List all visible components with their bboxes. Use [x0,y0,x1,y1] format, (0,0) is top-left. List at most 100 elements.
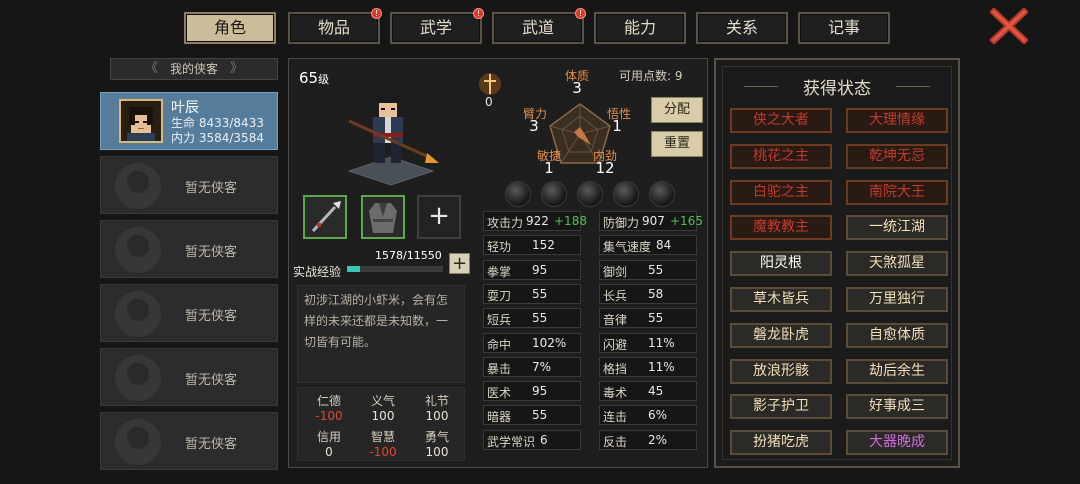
attr-agility-value: 1 [544,159,554,177]
chevron-left-icon[interactable]: 《 [145,59,158,79]
close-icon[interactable] [990,8,1028,44]
stat-cell: 拳掌 95 [483,259,581,280]
stat-cell: 武学常识 6 [483,429,581,450]
stat-value: 55 [532,408,548,423]
stat-value: 55 [648,311,664,326]
status-tag[interactable]: 自愈体质 [846,322,948,348]
stat-value: 58 [648,286,664,301]
status-tag[interactable]: 大理情缘 [846,108,948,133]
virtue-grid: 仁德 -100 义气 100 礼节 100 信用 0 智慧 -100 勇气 100 [297,387,465,461]
empty-hero-slot[interactable]: 暂无侠客 [100,412,278,470]
virtue-value: 100 [425,409,449,423]
add-exp-button[interactable]: + [449,253,470,274]
virtue-label: 仁德 [316,394,341,408]
weapon-slot[interactable] [303,195,347,239]
status-tag[interactable]: 桃花之主 [730,143,832,169]
tab-journal[interactable]: 记事 [798,12,890,44]
stat-label: 命中 [487,337,512,352]
stat-label: 拳掌 [487,264,512,279]
tab-relations[interactable]: 关系 [696,12,788,44]
stat-cell: 连击 6% [599,405,697,426]
level-value: 65 [299,69,319,87]
stat-label: 闪避 [603,337,628,352]
status-panel-title: 获得状态 [716,74,958,99]
hero-portrait-icon [127,107,155,141]
stat-label: 暴击 [487,361,512,376]
status-tag[interactable]: 扮猪吃虎 [730,430,832,456]
status-tag[interactable]: 磐龙卧虎 [730,322,832,348]
status-tag[interactable]: 乾坤无忌 [846,143,948,169]
stat-cell: 暴击 7% [483,356,581,377]
status-tag[interactable]: 影子护卫 [730,394,832,420]
status-tag[interactable]: 放浪形骸 [730,358,832,384]
stat-label: 长兵 [603,288,628,303]
stat-cell: 御剑 55 [599,259,697,280]
status-tag[interactable]: 一统江湖 [846,215,948,241]
mp-label: 内力 [171,131,196,145]
allocate-button[interactable]: 分配 [651,97,703,123]
orb-slot-icon[interactable] [541,181,567,207]
virtue-value: -100 [315,409,343,423]
orb-slot-icon[interactable] [577,181,603,207]
stat-label: 耍刀 [487,288,512,303]
empty-hero-slot[interactable]: 暂无侠客 [100,348,278,406]
attr-inner-force-value: 12 [595,159,615,177]
tab-label: 武道 [521,18,554,37]
reset-button[interactable]: 重置 [651,131,703,157]
virtue-value: -100 [369,445,397,459]
character-level: 65级 [299,69,329,87]
tab-abilities[interactable]: 能力 [594,12,686,44]
empty-slot-label: 暂无侠客 [185,309,238,324]
status-tag[interactable]: 魔教教主 [730,215,832,241]
tab-label: 记事 [827,18,860,37]
silhouette-icon [115,419,161,465]
orb-slot-icon[interactable] [613,181,639,207]
silhouette-icon [115,227,161,273]
stat-label: 音律 [603,313,628,328]
stat-value: 55 [648,262,664,277]
virtue-value: 100 [371,409,395,423]
tab-character[interactable]: 角色 [184,12,276,44]
hero-card[interactable]: 叶辰 生命 8433/8433 内力 3584/3584 [100,92,278,150]
empty-hero-slot[interactable]: 暂无侠客 [100,220,278,278]
stat-value: 95 [532,262,548,277]
stat-value: 55 [532,311,548,326]
notification-badge: ! [473,8,484,19]
virtue-value: 100 [425,445,449,459]
tab-martial-way[interactable]: 武道! [492,8,586,44]
orb-slot-icon[interactable] [505,181,531,207]
status-tag[interactable]: 南院大王 [846,179,948,205]
stat-label: 武学常识 [487,434,536,449]
status-tag[interactable]: 万里独行 [846,287,948,312]
tab-label: 武学 [419,18,452,37]
status-tag[interactable]: 劫后余生 [846,358,948,384]
status-tag[interactable]: 草木皆兵 [730,287,832,312]
status-tag[interactable]: 侠之大者 [730,108,832,133]
stat-cell: 暗器 55 [483,405,581,426]
stat-cell: 短兵 55 [483,308,581,329]
empty-hero-slot[interactable]: 暂无侠客 [100,284,278,342]
virtue-value: 0 [325,445,333,459]
tab-items[interactable]: 物品! [288,8,382,44]
attr-constitution-value: 3 [572,79,582,97]
status-tag[interactable]: 天煞孤星 [846,251,948,277]
empty-slot-label: 暂无侠客 [185,181,238,196]
add-equipment-button[interactable]: + [417,195,461,239]
status-tag[interactable]: 好事成三 [846,394,948,420]
exp-bar-fill [347,266,361,272]
virtue-label: 智慧 [370,430,395,444]
status-tag[interactable]: 阳灵根 [730,251,832,277]
chevron-right-icon[interactable]: 》 [230,59,243,79]
stat-cell: 音律 55 [599,308,697,329]
silhouette-icon [115,163,161,209]
empty-hero-slot[interactable]: 暂无侠客 [100,156,278,214]
attr-strength-value: 3 [529,117,539,135]
status-tag[interactable]: 白驼之主 [730,179,832,205]
status-tag[interactable]: 大器晚成 [846,430,948,456]
tab-label: 物品 [317,18,350,37]
orb-slot-icon[interactable] [649,181,675,207]
tab-martial-arts[interactable]: 武学! [390,8,484,44]
stat-value: 6 [540,432,548,447]
hp-value: 8433/8433 [198,116,264,130]
armor-slot[interactable] [361,195,405,239]
